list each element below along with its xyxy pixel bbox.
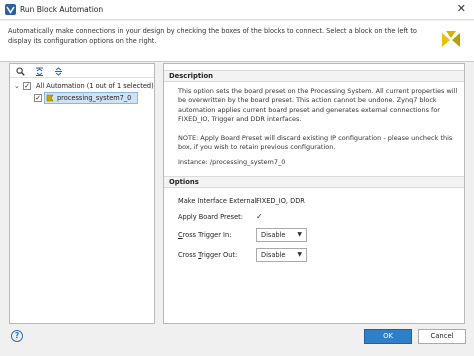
title-bar: Run Block Automation ✕ [0, 0, 474, 20]
all-automation-label: All Automation (1 out of 1 selected) [36, 82, 154, 90]
cross-trigger-in-value: Disable [261, 231, 286, 239]
apply-board-preset-checkbox[interactable]: ✓ [256, 213, 264, 221]
instance-text: Instance: /processing_system7_0 [178, 158, 286, 166]
automation-tree: ⌄ ✓ All Automation (1 out of 1 selected)… [10, 80, 154, 104]
chevron-down-icon: ▼ [297, 231, 302, 238]
header-instructions: Automatically make connections in your d… [8, 27, 417, 45]
make-interface-value: FIXED_IO, DDR [256, 197, 305, 205]
tree-row-all-automation[interactable]: ⌄ ✓ All Automation (1 out of 1 selected) [10, 80, 154, 92]
cross-trigger-out-label-pre: Cross [178, 251, 199, 259]
ip-block-icon [46, 94, 54, 102]
search-icon[interactable] [14, 65, 27, 77]
header-banner: Automatically make connections in your d… [0, 21, 474, 62]
vivado-icon [5, 4, 16, 15]
window-title: Run Block Automation [20, 5, 104, 14]
expand-all-icon[interactable] [52, 65, 65, 77]
note-text: NOTE: Apply Board Preset will discard ex… [178, 134, 453, 152]
xilinx-logo [442, 31, 460, 47]
processing-system-label: processing_system7_0 [57, 94, 132, 102]
cross-trigger-out-value: Disable [261, 251, 286, 259]
cross-trigger-out-label: Cross Trigger Out: [178, 251, 237, 259]
tree-row-processing-system[interactable]: ✓ processing_system7_0 [10, 92, 154, 104]
make-interface-label: Make Interface External: [178, 197, 259, 205]
description-text: This option sets the board preset on the… [178, 87, 458, 123]
help-button[interactable]: ? [11, 330, 23, 342]
chevron-down-icon[interactable]: ⌄ [14, 80, 20, 92]
tree-toolbar [10, 64, 154, 78]
cancel-button[interactable]: Cancel [418, 329, 466, 344]
close-icon[interactable]: ✕ [457, 3, 466, 15]
options-heading: Options [164, 176, 464, 188]
description-heading: Description [164, 70, 464, 82]
details-panel: Description This option sets the board p… [163, 63, 465, 324]
automation-tree-panel: ⌄ ✓ All Automation (1 out of 1 selected)… [9, 63, 155, 324]
cross-trigger-out-select[interactable]: Disable ▼ [256, 248, 307, 262]
cross-trigger-in-label-text: ross Trigger In: [182, 231, 232, 239]
chevron-down-icon: ▼ [297, 251, 302, 258]
apply-board-preset-label: Apply Board Preset: [178, 213, 243, 221]
cross-trigger-out-label-post: rigger Out: [201, 251, 238, 259]
all-automation-checkbox[interactable]: ✓ [23, 82, 31, 90]
cross-trigger-in-label: Cross Trigger In: [178, 231, 231, 239]
cross-trigger-in-select[interactable]: Disable ▼ [256, 228, 307, 242]
ok-button[interactable]: OK [364, 329, 412, 344]
processing-system-checkbox[interactable]: ✓ [34, 94, 42, 102]
collapse-all-icon[interactable] [33, 65, 46, 77]
